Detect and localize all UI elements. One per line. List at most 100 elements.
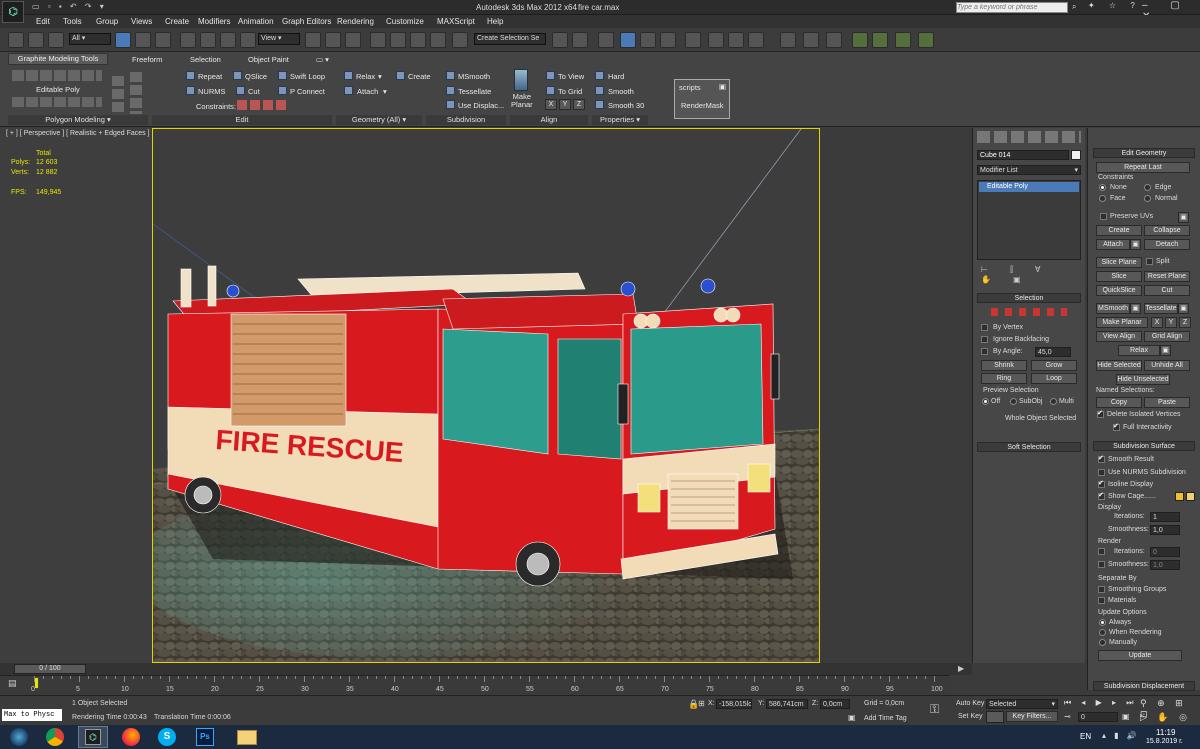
render-iterations-checkbox[interactable] (1098, 548, 1105, 555)
collapse-button[interactable]: Collapse (1144, 225, 1190, 236)
rollout-subdivision-surface-header[interactable]: Subdivision Surface (1093, 441, 1195, 451)
current-frame-field[interactable]: 0 (1078, 712, 1118, 722)
time-slider-thumb[interactable]: 0 / 100 (14, 664, 86, 674)
material-editor-icon[interactable] (685, 32, 701, 48)
loop-button[interactable]: Loop (1031, 373, 1077, 384)
qslice-button[interactable]: QSlice (245, 72, 267, 81)
mirror-icon[interactable] (552, 32, 568, 48)
attach-icon[interactable] (344, 86, 353, 95)
full-interactivity-checkbox[interactable] (1113, 422, 1120, 431)
cut-button[interactable]: Cut (248, 87, 260, 96)
copy-button[interactable]: Copy (1096, 397, 1142, 408)
quick-access-icons[interactable]: ▭ ▫ ▪ ↶ ↷ ▾ (32, 2, 107, 11)
playback-controls[interactable]: ⏮ ◂ ▶ ▸ ⏭ (1064, 698, 1137, 708)
nurms-icon[interactable] (186, 86, 195, 95)
make-planar-button[interactable]: Make Planar (511, 93, 533, 109)
ring-button[interactable]: Ring (981, 373, 1027, 384)
preview-off-radio[interactable] (982, 398, 989, 405)
relax-settings-button[interactable]: ▣ (1160, 345, 1171, 356)
menu-views[interactable]: Views (131, 17, 152, 26)
align-y-button[interactable]: Y (559, 99, 571, 110)
quickslice-button[interactable]: QuickSlice (1096, 285, 1142, 296)
script-icon-1[interactable] (780, 32, 796, 48)
stack-item-editable-poly[interactable]: Editable Poly (979, 182, 1079, 192)
relax-button[interactable]: Relax (1118, 345, 1160, 356)
attach-list-button[interactable]: ▣ (1130, 239, 1141, 250)
unhide-all-button[interactable]: Unhide All (1144, 360, 1190, 371)
help-icons[interactable]: ✦ ☆ ? (1088, 1, 1141, 10)
object-color-swatch[interactable] (1071, 150, 1081, 160)
update-when-rendering-radio[interactable] (1099, 629, 1106, 636)
create-button[interactable]: Create (408, 72, 431, 81)
grow-button[interactable]: Grow (1031, 360, 1077, 371)
start-button-icon[interactable] (4, 726, 34, 748)
photoshop-icon[interactable]: Ps (190, 726, 220, 748)
link-icon[interactable] (28, 32, 44, 48)
preserve-uvs-settings-button[interactable]: ▣ (1178, 212, 1189, 223)
make-planar-icon[interactable] (514, 69, 528, 91)
subobject-icon-row[interactable] (12, 97, 102, 107)
align-z-button[interactable]: Z (573, 99, 585, 110)
repeat-last-button[interactable]: Repeat Last (1096, 162, 1190, 173)
menu-help[interactable]: Help (487, 17, 503, 26)
search-icon[interactable]: ⌕ (1072, 2, 1076, 12)
slice-button[interactable]: Slice (1096, 271, 1142, 282)
create-button[interactable]: Create (1096, 225, 1142, 236)
poly-modeling-icon-row[interactable] (12, 70, 102, 81)
menu-customize[interactable]: Customize (386, 17, 424, 26)
z-coord-field[interactable]: 0,0cm (820, 699, 850, 709)
spinner-snap-icon[interactable] (430, 32, 446, 48)
shrink-button[interactable]: Shrink (981, 360, 1027, 371)
absolute-mode-icon[interactable]: ⊞ (698, 699, 705, 708)
menu-modifiers[interactable]: Modifiers (198, 17, 230, 26)
planar-z-button[interactable]: Z (1179, 317, 1191, 328)
command-tabs[interactable] (977, 131, 1081, 143)
script-icon-3[interactable] (826, 32, 842, 48)
smoothing-groups-checkbox[interactable] (1098, 586, 1105, 593)
angle-spinner[interactable]: 45,0 (1035, 347, 1071, 357)
planar-y-button[interactable]: Y (1165, 317, 1177, 328)
tab-object-paint[interactable]: Object Paint (248, 55, 289, 64)
constraint-icons[interactable] (237, 100, 289, 110)
show-cage-checkbox[interactable] (1098, 491, 1105, 500)
pivot-icon[interactable] (305, 32, 321, 48)
p-connect-icon[interactable] (278, 86, 287, 95)
attach-button[interactable]: Attach (1096, 239, 1130, 250)
to-view-button[interactable]: To View (558, 72, 584, 81)
menu-rendering[interactable]: Rendering (337, 17, 374, 26)
render-production-icon[interactable] (748, 32, 764, 48)
rendered-frame-icon[interactable] (728, 32, 744, 48)
constraint-edge-radio[interactable] (1144, 184, 1151, 191)
cut-button[interactable]: Cut (1144, 285, 1190, 296)
stack-tool-icons[interactable]: ⊢ ⫿ ∀ ✋ ▣ (981, 265, 1081, 284)
rollout-soft-selection-header[interactable]: Soft Selection (977, 442, 1081, 452)
tray-icons[interactable]: ▴ ▮ 🔊 (1102, 731, 1140, 740)
make-planar-button[interactable]: Make Planar (1096, 317, 1148, 328)
select-by-name-icon[interactable] (135, 32, 151, 48)
auto-key-button[interactable]: Auto Key (956, 700, 984, 707)
unlink-icon[interactable] (48, 32, 64, 48)
tessellate-button[interactable]: Tessellate (458, 87, 491, 96)
modifier-list-dropdown[interactable]: Modifier List ▾ (977, 165, 1081, 175)
render-smoothness-spinner[interactable]: 1,0 (1150, 560, 1180, 570)
align-icon[interactable] (572, 32, 588, 48)
add-time-tag[interactable]: Add Time Tag (864, 715, 907, 722)
scripts-close-icon[interactable]: ▣ (719, 82, 726, 91)
reset-plane-button[interactable]: Reset Plane (1144, 271, 1190, 282)
time-slider[interactable]: 0 / 100 ▶ (0, 663, 972, 675)
menu-maxscript[interactable]: MAXScript (437, 17, 475, 26)
constraint-face-radio[interactable] (1099, 195, 1106, 202)
set-key-icon[interactable]: ⚿ (930, 702, 939, 717)
msmooth-button[interactable]: MSmooth (1096, 303, 1130, 314)
hard-button[interactable]: Hard (608, 72, 624, 81)
stack-icon-col[interactable] (112, 76, 124, 114)
perspective-viewport[interactable]: FIRE RESCUE (152, 128, 820, 663)
key-filters-button[interactable]: Key Filters... (1006, 711, 1058, 722)
msmooth-button[interactable]: MSmooth (458, 72, 490, 81)
smooth-icon[interactable] (595, 86, 604, 95)
use-displace-icon[interactable] (446, 100, 455, 109)
split-checkbox[interactable] (1146, 258, 1153, 265)
tab-graphite-modeling-tools[interactable]: Graphite Modeling Tools (8, 53, 108, 65)
menu-edit[interactable]: Edit (36, 17, 50, 26)
preview-multi-radio[interactable] (1050, 398, 1057, 405)
